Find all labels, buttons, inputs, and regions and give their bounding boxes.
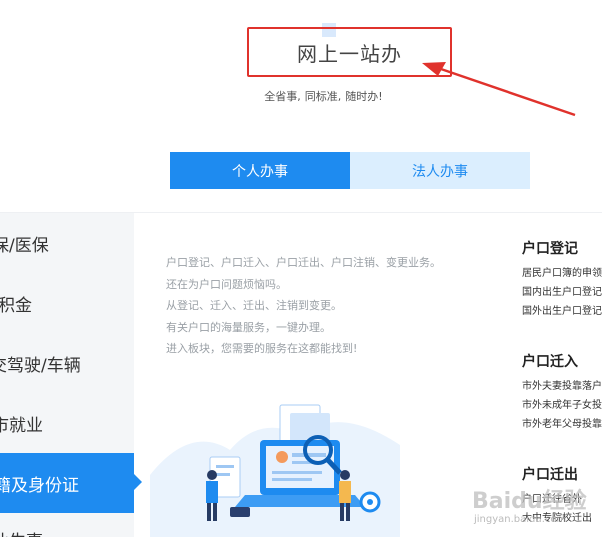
sidebar-item-employment[interactable]: 市就业: [0, 393, 134, 453]
sidebar-item-social-medical-insurance[interactable]: 保/医保: [0, 213, 134, 273]
active-item-pointer: [134, 474, 142, 490]
service-link[interactable]: 国内出生户口登记: [522, 283, 602, 302]
baidu-watermark-url: jingyan.baidu.com: [474, 514, 567, 525]
description-line: 进入板块，您需要的服务在这都能找到!: [166, 342, 358, 355]
description-line: 户口登记、户口迁入、户口迁出、户口注销、变更业务。: [166, 256, 441, 269]
sidebar-item-label: 交驾驶/车辆: [0, 355, 81, 376]
service-group-title: 户口迁出: [522, 467, 578, 483]
sidebar-item-label: 籍及身份证: [0, 475, 79, 496]
subtitle-part-1: 全省事,: [264, 90, 301, 103]
sidebar-item-birth[interactable]: 业生事: [0, 513, 134, 537]
sidebar-item-label: 市就业: [0, 415, 43, 436]
service-link[interactable]: 市外未成年子女投靠: [522, 396, 602, 415]
page-title: 网上一站办: [297, 41, 402, 66]
sidebar-item-household-id[interactable]: 籍及身份证: [0, 453, 134, 513]
sidebar-item-label: 业生事: [0, 527, 43, 537]
service-link[interactable]: 市外夫妻投靠落户: [522, 377, 602, 396]
sidebar-item-label: 积金: [0, 295, 32, 316]
subtitle-part-3: 随时办!: [345, 90, 383, 103]
page-subtitle: 全省事, 同标准, 随时办!: [0, 88, 602, 104]
sidebar-item-label: 保/医保: [0, 235, 49, 256]
sidebar: 保/医保 积金 交驾驶/车辆 市就业 籍及身份证 业生事: [0, 213, 134, 537]
service-link[interactable]: 居民户口簿的申领: [522, 264, 602, 283]
description-line: 有关户口的海量服务，一键办理。: [166, 320, 331, 334]
service-link[interactable]: 国外出生户口登记: [522, 302, 602, 321]
sidebar-item-driving-vehicle[interactable]: 交驾驶/车辆: [0, 333, 134, 393]
tab-bar: 个人办事 法人办事: [170, 152, 530, 189]
tab-personal[interactable]: 个人办事: [170, 152, 350, 189]
service-group: 户口迁入 市外夫妻投靠落户 市外未成年子女投靠 市外老年父母投靠: [522, 351, 602, 434]
tab-legal-entity[interactable]: 法人办事: [350, 152, 530, 189]
description-line: 从登记、迁入、迁出、注销到变更。: [166, 299, 342, 312]
section-description: 户口登记、户口迁入、户口迁出、户口注销、变更业务。 还在为户口问题烦恼吗。 从登…: [166, 252, 441, 360]
subtitle-part-2: 同标准,: [304, 90, 342, 103]
service-group-title: 户口登记: [522, 241, 578, 257]
service-link[interactable]: 市外老年父母投靠: [522, 415, 602, 434]
sidebar-item-housing-fund[interactable]: 积金: [0, 273, 134, 333]
service-group: 户口登记 居民户口簿的申领 国内出生户口登记 国外出生户口登记: [522, 238, 602, 321]
service-group-title: 户口迁入: [522, 354, 578, 370]
office-illustration: [150, 404, 400, 537]
description-line: 还在为户口问题烦恼吗。: [166, 277, 287, 291]
baidu-watermark-logo: Baidu经验: [472, 489, 587, 514]
